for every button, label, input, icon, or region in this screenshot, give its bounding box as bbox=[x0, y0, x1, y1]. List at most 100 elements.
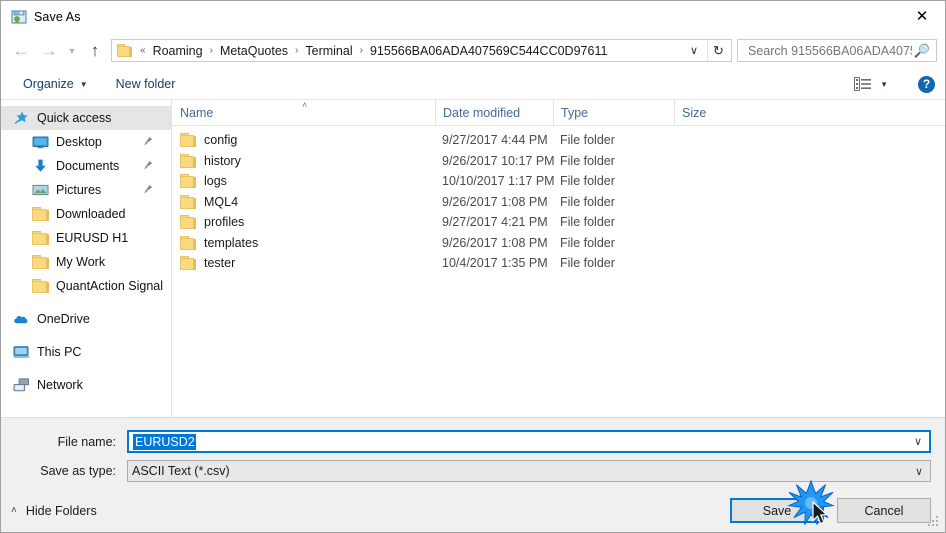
sidebar-item-this-pc[interactable]: This PC bbox=[1, 340, 171, 364]
file-name-value: EURUSD2 bbox=[133, 433, 196, 450]
sidebar-item-onedrive[interactable]: OneDrive bbox=[1, 307, 171, 331]
search-input[interactable] bbox=[746, 42, 914, 59]
breadcrumb-item-metaquotes[interactable]: MetaQuotes bbox=[218, 44, 290, 58]
address-dropdown-icon[interactable]: ∨ bbox=[686, 44, 707, 57]
change-view-button[interactable]: ▼ bbox=[846, 72, 896, 96]
view-layout-icon bbox=[854, 77, 872, 91]
sidebar-item-downloaded[interactable]: Downloaded bbox=[1, 202, 171, 226]
help-button[interactable]: ? bbox=[918, 75, 935, 93]
file-name-input[interactable]: EURUSD2 ∨ bbox=[127, 430, 931, 453]
window-title: Save As bbox=[34, 9, 81, 24]
sidebar-item-label: Downloaded bbox=[56, 207, 126, 221]
resize-grip-icon[interactable] bbox=[928, 516, 941, 529]
forward-button[interactable]: → bbox=[35, 37, 63, 65]
file-type: File folder bbox=[560, 194, 615, 209]
table-row[interactable]: logs 10/10/2017 1:17 PM File folder bbox=[172, 171, 945, 192]
breadcrumb-item-roaming[interactable]: Roaming bbox=[151, 44, 205, 58]
column-header-name[interactable]: Name ˄ bbox=[172, 100, 435, 126]
sidebar-item-my-work[interactable]: My Work bbox=[1, 250, 171, 274]
sidebar-item-label: My Work bbox=[56, 255, 106, 269]
organize-button[interactable]: Organize ▼ bbox=[15, 72, 96, 96]
table-row[interactable]: MQL4 9/26/2017 1:08 PM File folder bbox=[172, 192, 945, 213]
table-row[interactable]: history 9/26/2017 10:17 PM File folder bbox=[172, 151, 945, 172]
hide-folders-label: Hide Folders bbox=[25, 503, 97, 518]
file-date: 10/4/2017 1:35 PM bbox=[442, 256, 548, 271]
breadcrumb-item-terminal[interactable]: Terminal bbox=[303, 44, 354, 58]
recent-locations-button[interactable]: ▼ bbox=[63, 37, 81, 65]
pictures-icon bbox=[32, 182, 49, 198]
column-header-row: Name ˄ Date modified Type Size bbox=[172, 99, 945, 126]
breadcrumb: « Roaming › MetaQuotes › Terminal › 9155… bbox=[135, 44, 686, 58]
chevron-down-icon[interactable]: ∨ bbox=[907, 435, 929, 448]
file-date-cell: 10/4/2017 1:35 PM bbox=[435, 254, 553, 272]
chevron-down-icon[interactable]: ∨ bbox=[908, 465, 930, 478]
new-folder-button[interactable]: New folder bbox=[108, 72, 184, 96]
sidebar-item-desktop[interactable]: Desktop bbox=[1, 130, 171, 154]
file-list-pane[interactable]: Name ˄ Date modified Type Size config 9/… bbox=[172, 99, 945, 417]
breadcrumb-item-terminal-id[interactable]: 915566BA06ADA407569C544CC0D97611 bbox=[368, 44, 609, 58]
column-header-date-modified[interactable]: Date modified bbox=[435, 99, 553, 126]
pin-icon[interactable] bbox=[143, 160, 153, 173]
chevron-down-icon: ▼ bbox=[880, 79, 888, 89]
save-button[interactable]: Save bbox=[730, 498, 824, 523]
sidebar-item-network[interactable]: Network bbox=[1, 373, 171, 397]
onedrive-cloud-icon bbox=[13, 311, 30, 327]
sidebar-item-documents[interactable]: Documents bbox=[1, 154, 171, 178]
folder-icon bbox=[32, 255, 49, 269]
sidebar-item-quantaction-signal[interactable]: QuantAction Signal bbox=[1, 274, 171, 298]
this-pc-icon bbox=[13, 344, 30, 360]
title-bar: Save As ✕ bbox=[1, 1, 945, 32]
file-type: File folder bbox=[560, 215, 615, 230]
dialog-body: Quick access Desktop Documents Pictures … bbox=[1, 99, 945, 417]
table-row[interactable]: tester 10/4/2017 1:35 PM File folder bbox=[172, 253, 945, 274]
cancel-button[interactable]: Cancel bbox=[837, 498, 931, 523]
pin-icon[interactable] bbox=[143, 184, 153, 197]
breadcrumb-separator[interactable]: › bbox=[355, 45, 368, 56]
file-name-cell: templates bbox=[172, 235, 435, 250]
save-as-type-select[interactable]: ASCII Text (*.csv) ∨ bbox=[127, 460, 931, 482]
sidebar-item-quick-access[interactable]: Quick access bbox=[1, 106, 171, 130]
folder-icon bbox=[180, 215, 196, 230]
search-box[interactable]: 🔍 bbox=[737, 39, 937, 62]
file-type-cell: File folder bbox=[553, 213, 674, 231]
column-header-type[interactable]: Type bbox=[553, 99, 674, 126]
breadcrumb-separator[interactable]: › bbox=[290, 45, 303, 56]
close-button[interactable]: ✕ bbox=[899, 1, 945, 32]
table-row[interactable]: config 9/27/2017 4:44 PM File folder bbox=[172, 130, 945, 151]
pin-icon[interactable] bbox=[143, 136, 153, 149]
address-bar[interactable]: « Roaming › MetaQuotes › Terminal › 9155… bbox=[111, 39, 732, 62]
table-row[interactable]: profiles 9/27/2017 4:21 PM File folder bbox=[172, 212, 945, 233]
command-bar: Organize ▼ New folder ▼ ? bbox=[1, 69, 945, 100]
hide-folders-button[interactable]: ˄ Hide Folders bbox=[11, 504, 97, 518]
file-date-cell: 10/10/2017 1:17 PM bbox=[435, 172, 555, 190]
file-name-cell: tester bbox=[172, 256, 435, 271]
column-header-size[interactable]: Size bbox=[674, 99, 754, 126]
table-row[interactable]: templates 9/26/2017 1:08 PM File folder bbox=[172, 233, 945, 254]
file-type-cell: File folder bbox=[553, 152, 674, 170]
sidebar-item-label: Pictures bbox=[56, 183, 102, 197]
sidebar-item-eurusd-h1[interactable]: EURUSD H1 bbox=[1, 226, 171, 250]
breadcrumb-separator[interactable]: › bbox=[205, 45, 218, 56]
back-button[interactable]: ← bbox=[7, 37, 35, 65]
file-name-label: File name: bbox=[57, 434, 116, 449]
file-name-cell: MQL4 bbox=[172, 194, 435, 209]
navigation-sidebar[interactable]: Quick access Desktop Documents Pictures … bbox=[1, 100, 172, 417]
save-as-type-value: ASCII Text (*.csv) bbox=[132, 464, 230, 478]
breadcrumb-overflow[interactable]: « bbox=[135, 45, 151, 56]
refresh-button[interactable]: ↻ bbox=[707, 40, 729, 61]
network-icon bbox=[13, 377, 30, 393]
folder-icon bbox=[117, 44, 132, 57]
file-date: 9/26/2017 1:08 PM bbox=[442, 235, 548, 250]
file-list-rows: config 9/27/2017 4:44 PM File folder his… bbox=[172, 126, 945, 274]
file-date: 9/26/2017 10:17 PM bbox=[442, 153, 555, 168]
column-header-label: Name bbox=[180, 105, 214, 120]
star-pin-icon bbox=[13, 110, 30, 126]
file-date-cell: 9/26/2017 1:08 PM bbox=[435, 234, 553, 252]
up-one-level-button[interactable]: ↑ bbox=[81, 37, 109, 65]
save-button-label: Save bbox=[762, 503, 792, 518]
sidebar-item-pictures[interactable]: Pictures bbox=[1, 178, 171, 202]
file-date: 9/27/2017 4:21 PM bbox=[442, 215, 548, 230]
close-icon: ✕ bbox=[915, 8, 929, 25]
